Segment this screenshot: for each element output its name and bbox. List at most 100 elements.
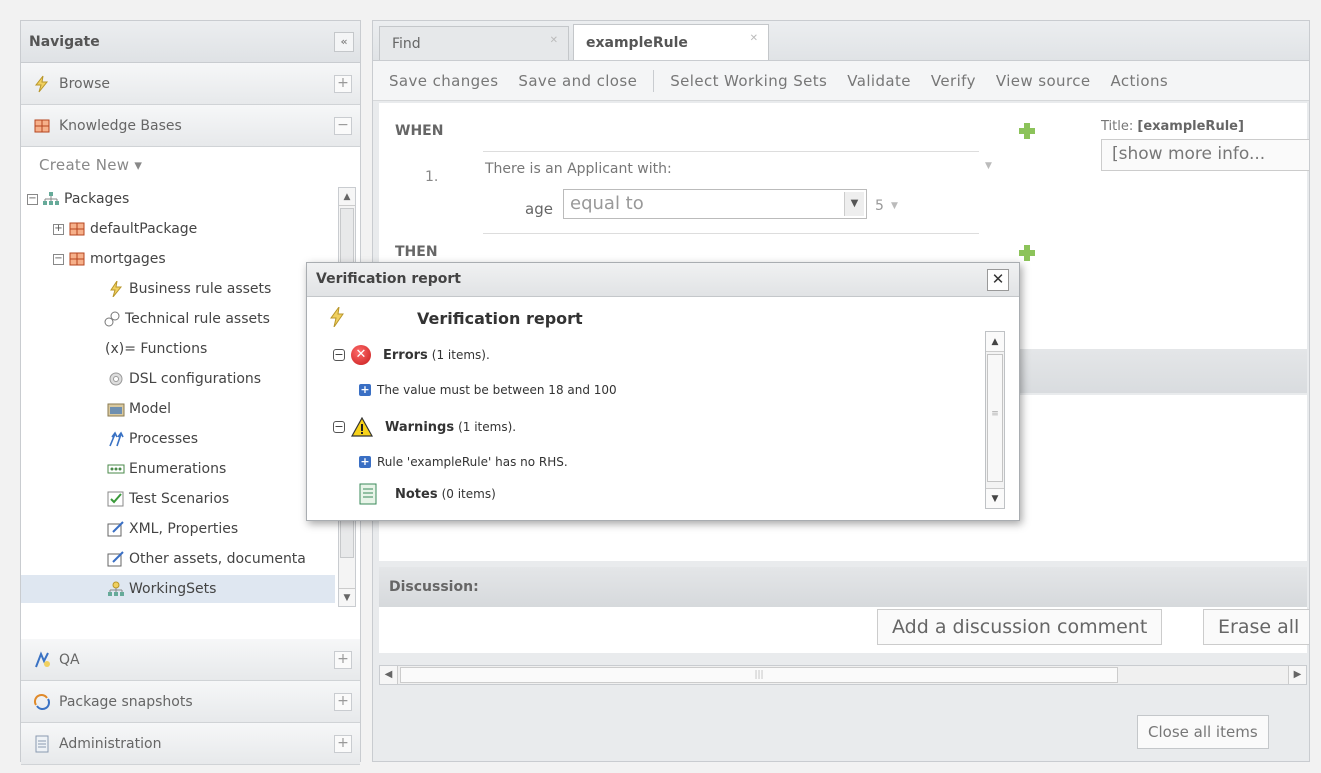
error-message: The value must be between 18 and 100 xyxy=(377,383,617,397)
show-more-info-button[interactable]: [show more info... xyxy=(1101,139,1309,171)
save-changes-button[interactable]: Save changes xyxy=(389,72,498,90)
erase-all-button[interactable]: Erase all xyxy=(1203,609,1309,645)
operator-value: equal to xyxy=(570,193,644,214)
add-condition-icon[interactable] xyxy=(1019,123,1035,139)
expand-snapshots-button[interactable]: + xyxy=(334,693,352,711)
tree-item-enumerations[interactable]: Enumerations xyxy=(107,455,226,483)
scroll-thumb[interactable]: ≡ xyxy=(987,354,1003,482)
tree-collapse-icon[interactable]: − xyxy=(27,193,38,205)
notes-count: (0 items) xyxy=(441,487,496,501)
error-icon: ✕ xyxy=(351,345,371,365)
tab-find[interactable]: Find ✕ xyxy=(379,26,569,60)
value-field[interactable]: 5 xyxy=(875,198,884,214)
lightning-icon xyxy=(34,75,49,92)
qa-icon xyxy=(35,650,50,667)
errors-label: Errors xyxy=(383,347,428,363)
expand-item-icon[interactable]: + xyxy=(359,384,371,396)
verify-button[interactable]: Verify xyxy=(931,72,976,90)
accordion-browse[interactable]: Browse + xyxy=(21,63,360,105)
scroll-down-icon[interactable]: ▼ xyxy=(339,588,355,606)
package-icon xyxy=(69,222,85,236)
tree-item-test-scenarios[interactable]: Test Scenarios xyxy=(107,485,229,513)
tab-label: exampleRule xyxy=(586,34,688,51)
scroll-thumb[interactable]: ||| xyxy=(400,667,1118,683)
collapse-kb-button[interactable]: − xyxy=(334,117,352,135)
tree-item-dsl[interactable]: DSL configurations xyxy=(107,365,261,393)
collapse-nav-button[interactable]: « xyxy=(334,32,354,52)
chevron-down-icon[interactable]: ▼ xyxy=(844,192,864,216)
tree-item-xml[interactable]: XML, Properties xyxy=(107,515,238,543)
scroll-down-icon[interactable]: ▼ xyxy=(986,488,1004,508)
dialog-header[interactable]: Verification report xyxy=(307,263,1019,297)
tree-item-processes[interactable]: Processes xyxy=(107,425,198,453)
accordion-qa[interactable]: QA + xyxy=(21,639,360,681)
scroll-left-icon[interactable]: ◀ xyxy=(380,666,398,684)
close-all-items-button[interactable]: Close all items xyxy=(1137,715,1269,749)
tree-item-functions[interactable]: (x)= Functions xyxy=(105,335,207,363)
expand-admin-button[interactable]: + xyxy=(334,735,352,753)
warning-item[interactable]: + Rule 'exampleRule' has no RHS. xyxy=(359,455,568,469)
tree-item-other-assets[interactable]: Other assets, documenta xyxy=(107,545,306,573)
dialog-scrollbar[interactable]: ▲ ≡ ▼ xyxy=(985,331,1005,509)
collapse-warnings-icon[interactable]: − xyxy=(333,421,345,433)
lightning-icon xyxy=(330,307,344,327)
expand-item-icon[interactable]: + xyxy=(359,456,371,468)
expand-browse-button[interactable]: + xyxy=(334,75,352,93)
accordion-kb-label: Knowledge Bases xyxy=(59,117,182,134)
value-dropdown-icon[interactable]: ▼ xyxy=(891,201,898,211)
tab-examplerule[interactable]: exampleRule ✕ xyxy=(573,24,769,60)
add-action-icon[interactable] xyxy=(1019,245,1035,261)
select-working-sets-button[interactable]: Select Working Sets xyxy=(670,72,827,90)
validate-button[interactable]: Validate xyxy=(847,72,911,90)
accordion-administration[interactable]: Administration + xyxy=(21,723,360,765)
title-value: [exampleRule] xyxy=(1137,119,1244,134)
tree-collapse-icon[interactable]: − xyxy=(53,253,64,265)
tree-item-packages[interactable]: − Packages xyxy=(27,185,129,213)
error-item[interactable]: + The value must be between 18 and 100 xyxy=(359,383,617,397)
when-label: WHEN xyxy=(395,123,444,139)
view-source-button[interactable]: View source xyxy=(996,72,1091,90)
condition-pattern[interactable]: There is an Applicant with: xyxy=(485,161,672,177)
create-new-menu[interactable]: Create New ▾ xyxy=(21,147,360,183)
collapse-errors-icon[interactable]: − xyxy=(333,349,345,361)
close-dialog-button[interactable]: ✕ xyxy=(987,269,1009,291)
tree-item-technical-rules[interactable]: Technical rule assets xyxy=(103,305,270,333)
actions-menu[interactable]: Actions xyxy=(1110,72,1168,90)
lightning-icon xyxy=(110,281,123,297)
close-tab-icon[interactable]: ✕ xyxy=(550,35,558,46)
title-label: Title: xyxy=(1101,119,1134,134)
tab-label: Find xyxy=(392,35,421,52)
tree-item-defaultpackage[interactable]: + defaultPackage xyxy=(53,215,197,243)
close-tab-icon[interactable]: ✕ xyxy=(750,33,758,44)
operator-select[interactable]: equal to ▼ xyxy=(563,189,867,219)
expand-qa-button[interactable]: + xyxy=(334,651,352,669)
tree-item-mortgages[interactable]: − mortgages xyxy=(53,245,166,273)
accordion-knowledge-bases[interactable]: Knowledge Bases − xyxy=(21,105,360,147)
tree-item-business-rules[interactable]: Business rule assets xyxy=(107,275,271,303)
accordion-snapshots[interactable]: Package snapshots + xyxy=(21,681,360,723)
workingsets-icon xyxy=(108,581,124,596)
divider xyxy=(483,151,979,152)
then-label: THEN xyxy=(395,244,438,260)
process-icon xyxy=(109,431,124,447)
errors-count: (1 items). xyxy=(431,348,490,362)
condition-dropdown-icon[interactable]: ▼ xyxy=(985,161,992,171)
verification-report-dialog: Verification report ✕ Verification repor… xyxy=(306,262,1020,521)
scroll-up-icon[interactable]: ▲ xyxy=(986,332,1004,352)
tree-item-label: XML, Properties xyxy=(129,521,239,537)
tree-item-label: Test Scenarios xyxy=(129,491,230,507)
tree-expand-icon[interactable]: + xyxy=(53,223,64,235)
scroll-up-icon[interactable]: ▲ xyxy=(339,188,355,206)
gear-icon xyxy=(109,372,123,386)
accordion-admin-label: Administration xyxy=(59,735,162,752)
tree-item-model[interactable]: Model xyxy=(107,395,171,423)
enumeration-icon xyxy=(107,464,125,474)
add-discussion-comment-button[interactable]: Add a discussion comment xyxy=(877,609,1163,645)
horizontal-scrollbar[interactable]: ◀ ||| ▶ xyxy=(379,665,1307,685)
scroll-right-icon[interactable]: ▶ xyxy=(1288,666,1306,684)
save-and-close-button[interactable]: Save and close xyxy=(518,72,637,90)
notes-group: Notes (0 items) xyxy=(359,483,496,505)
tree-item-label: Technical rule assets xyxy=(125,311,270,327)
tree-item-workingsets[interactable]: WorkingSets xyxy=(21,575,335,603)
tree-item-label: Other assets, documenta xyxy=(129,551,306,567)
